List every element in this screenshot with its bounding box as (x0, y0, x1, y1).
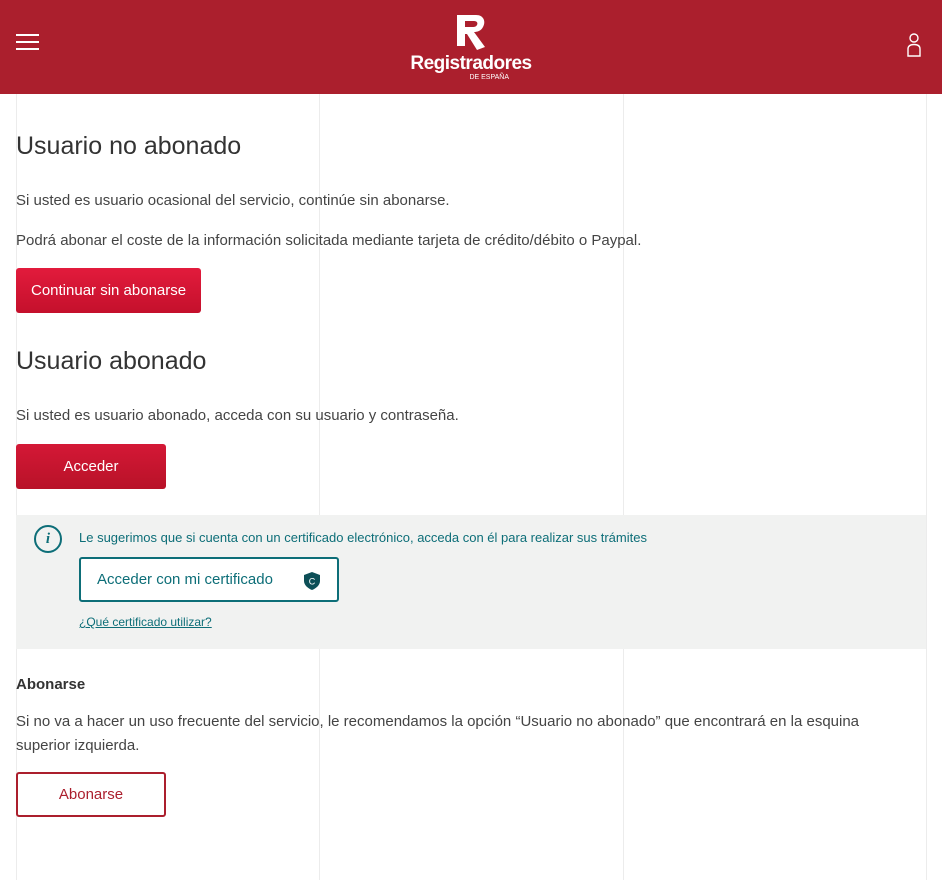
which-certificate-link[interactable]: ¿Qué certificado utilizar? (79, 614, 212, 630)
login-button[interactable]: Acceder (16, 444, 166, 489)
no-abonado-title: Usuario no abonado (16, 132, 242, 160)
logo-mark-icon (457, 15, 485, 50)
certificate-panel: i Le sugerimos que si cuenta con un cert… (16, 515, 926, 649)
abonarse-text: Si no va a hacer un uso frecuente del se… (16, 713, 860, 754)
info-icon: i (34, 525, 62, 553)
logo-subtext: DE ESPAÑA (469, 74, 509, 81)
certificate-login-button[interactable]: Acceder con mi certificado C (79, 557, 339, 602)
grid-line (926, 94, 927, 880)
logo-text: Registradores (410, 53, 532, 74)
no-abonado-text-1: Si usted es usuario ocasional del servic… (16, 192, 450, 209)
continue-without-subscription-button[interactable]: Continuar sin abonarse (16, 268, 202, 313)
shield-icon: C (304, 572, 320, 590)
abonado-title: Usuario abonado (16, 347, 207, 375)
hamburger-menu-icon[interactable] (16, 34, 39, 50)
grid-line (623, 94, 624, 880)
no-abonado-text-2: Podrá abonar el coste de la información … (16, 232, 642, 249)
abonado-text: Si usted es usuario abonado, acceda con … (16, 407, 459, 424)
certificate-login-label: Acceder con mi certificado (97, 571, 273, 588)
top-header: Registradores DE ESPAÑA (0, 0, 942, 94)
user-icon[interactable] (906, 32, 922, 58)
certificate-hint: Le sugerimos que si cuenta con un certif… (79, 530, 647, 545)
page: Registradores DE ESPAÑA Usuario no abona… (0, 0, 942, 880)
svg-text:C: C (309, 577, 316, 587)
subscribe-button[interactable]: Abonarse (16, 772, 166, 817)
abonarse-title: Abonarse (16, 676, 86, 693)
registradores-logo[interactable]: Registradores DE ESPAÑA (405, 12, 537, 88)
